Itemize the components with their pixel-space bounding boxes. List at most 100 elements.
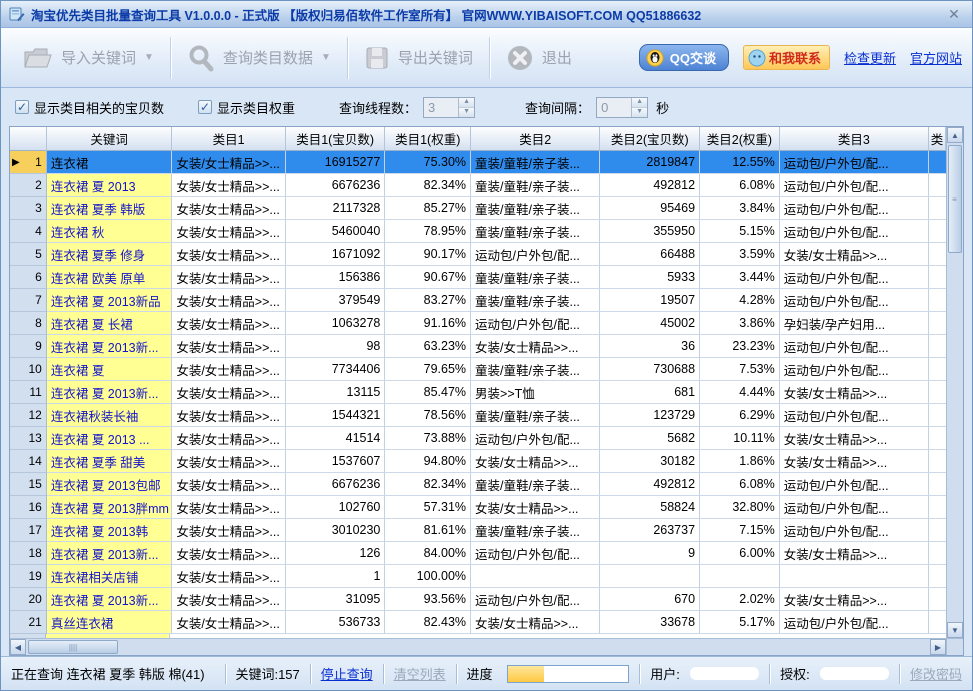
row-header[interactable]: 8	[10, 312, 47, 335]
cell-count1[interactable]: 7734406	[286, 358, 386, 381]
cell-cat3[interactable]: 运动包/户外包/配...	[780, 289, 929, 312]
cell-weight2[interactable]: 6.08%	[700, 174, 780, 197]
cell-keyword[interactable]: 连衣裙 夏 2013韩	[47, 519, 172, 542]
table-row[interactable]: 15连衣裙 夏 2013包邮女装/女士精品>>...667623682.34%童…	[10, 473, 946, 496]
cell-cat1[interactable]: 女装/女士精品>>...	[172, 519, 286, 542]
cell-cat2[interactable]: 运动包/户外包/配...	[471, 243, 600, 266]
cell-cat3[interactable]: 运动包/户外包/配...	[780, 404, 929, 427]
cell-partial[interactable]	[929, 427, 946, 450]
cell-count1[interactable]: 379549	[286, 289, 386, 312]
cell-keyword[interactable]: 连衣裙 夏季 韩版	[47, 197, 172, 220]
cell-cat1[interactable]: 女装/女士精品>>...	[172, 496, 286, 519]
cell-cat1[interactable]: 女装/女士精品>>...	[172, 404, 286, 427]
cell-weight1[interactable]: 75.30%	[385, 151, 471, 174]
cell-weight2[interactable]: 2.02%	[700, 588, 780, 611]
cell-keyword[interactable]: 连衣裙 夏季 修身	[47, 243, 172, 266]
cell-weight2[interactable]: 4.28%	[700, 289, 780, 312]
cell-cat3[interactable]: 运动包/户外包/配...	[780, 220, 929, 243]
cell-weight2[interactable]: 7.15%	[700, 519, 780, 542]
change-password-link[interactable]: 修改密码	[910, 664, 962, 683]
cell-weight1[interactable]: 82.34%	[385, 174, 471, 197]
cell-count2[interactable]: 95469	[600, 197, 700, 220]
table-row[interactable]: ▶1连衣裙女装/女士精品>>...1691527775.30%童装/童鞋/亲子装…	[10, 151, 946, 174]
cell-count2[interactable]: 19507	[600, 289, 700, 312]
cell-cat3[interactable]: 运动包/户外包/配...	[780, 151, 929, 174]
cell-weight2[interactable]: 32.80%	[700, 496, 780, 519]
stepper-down-icon[interactable]: ▼	[459, 107, 474, 117]
column-header-4[interactable]: 类目1(权重)	[385, 127, 471, 151]
cell-cat3[interactable]: 女装/女士精品>>...	[780, 542, 929, 565]
cell-cat2[interactable]	[471, 565, 600, 588]
cell-cat3[interactable]: 女装/女士精品>>...	[780, 450, 929, 473]
stepper-arrows[interactable]: ▲▼	[631, 98, 647, 117]
cell-partial[interactable]	[929, 220, 946, 243]
query-category-button[interactable]: 查询类目数据 ▼	[175, 36, 343, 80]
cell-cat3[interactable]: 女装/女士精品>>...	[780, 243, 929, 266]
row-header[interactable]: 12	[10, 404, 47, 427]
table-row[interactable]: 5连衣裙 夏季 修身女装/女士精品>>...167109290.17%运动包/户…	[10, 243, 946, 266]
cell-cat1[interactable]: 女装/女士精品>>...	[172, 266, 286, 289]
table-row[interactable]: 12连衣裙秋装长袖女装/女士精品>>...154432178.56%童装/童鞋/…	[10, 404, 946, 427]
cell-cat2[interactable]: 童装/童鞋/亲子装...	[471, 358, 600, 381]
cell-cat3[interactable]: 运动包/户外包/配...	[780, 519, 929, 542]
column-header-2[interactable]: 类目1	[172, 127, 286, 151]
cell-count1[interactable]: 126	[286, 542, 386, 565]
show-babycount-checkbox[interactable]: ✓ 显示类目相关的宝贝数	[15, 98, 164, 117]
cell-partial[interactable]	[929, 496, 946, 519]
row-header[interactable]: 14	[10, 450, 47, 473]
cell-keyword[interactable]: 连衣裙 夏 长裙	[47, 312, 172, 335]
cell-weight1[interactable]: 82.34%	[385, 473, 471, 496]
cell-keyword[interactable]: 连衣裙 秋	[47, 220, 172, 243]
cell-cat3[interactable]: 女装/女士精品>>...	[780, 588, 929, 611]
cell-weight2[interactable]: 6.29%	[700, 404, 780, 427]
cell-weight2[interactable]: 6.00%	[700, 542, 780, 565]
cell-cat1[interactable]: 女装/女士精品>>...	[172, 151, 286, 174]
cell-weight2[interactable]: 3.59%	[700, 243, 780, 266]
cell-cat2[interactable]: 女装/女士精品>>...	[471, 335, 600, 358]
cell-cat1[interactable]: 女装/女士精品>>...	[172, 427, 286, 450]
cell-cat1[interactable]: 女装/女士精品>>...	[172, 335, 286, 358]
cell-count1[interactable]: 6676236	[286, 473, 386, 496]
stepper-down-icon[interactable]: ▼	[632, 107, 647, 117]
column-header-9[interactable]: 类	[929, 127, 946, 151]
column-header-1[interactable]: 关键词	[47, 127, 172, 151]
row-header[interactable]: 5	[10, 243, 47, 266]
cell-count1[interactable]: 98	[286, 335, 386, 358]
cell-partial[interactable]	[929, 611, 946, 634]
cell-keyword[interactable]: 连衣裙 夏 2013新...	[47, 542, 172, 565]
row-header[interactable]: 4	[10, 220, 47, 243]
cell-count1[interactable]: 3010230	[286, 519, 386, 542]
cell-keyword[interactable]: 真丝连衣裙	[47, 611, 172, 634]
contact-me-button[interactable]: 和我联系	[743, 45, 830, 70]
cell-count2[interactable]: 9	[600, 542, 700, 565]
row-header[interactable]: ▶1	[10, 151, 47, 174]
cell-cat2[interactable]: 童装/童鞋/亲子装...	[471, 519, 600, 542]
cell-cat3[interactable]: 女装/女士精品>>...	[780, 381, 929, 404]
cell-weight2[interactable]: 23.23%	[700, 335, 780, 358]
column-header-6[interactable]: 类目2(宝贝数)	[600, 127, 700, 151]
cell-cat3[interactable]: 运动包/户外包/配...	[780, 611, 929, 634]
cell-cat1[interactable]: 女装/女士精品>>...	[172, 542, 286, 565]
cell-weight1[interactable]: 94.80%	[385, 450, 471, 473]
cell-weight2[interactable]: 10.11%	[700, 427, 780, 450]
cell-count2[interactable]: 670	[600, 588, 700, 611]
cell-partial[interactable]	[929, 358, 946, 381]
stepper-arrows[interactable]: ▲▼	[458, 98, 474, 117]
stepper-up-icon[interactable]: ▲	[632, 98, 647, 107]
cell-count1[interactable]: 1063278	[286, 312, 386, 335]
cell-partial[interactable]	[929, 289, 946, 312]
table-row[interactable]: 19连衣裙相关店铺女装/女士精品>>...1100.00%	[10, 565, 946, 588]
cell-weight1[interactable]: 90.67%	[385, 266, 471, 289]
cell-cat1[interactable]: 女装/女士精品>>...	[172, 174, 286, 197]
cell-cat2[interactable]: 运动包/户外包/配...	[471, 542, 600, 565]
table-row[interactable]: 18连衣裙 夏 2013新...女装/女士精品>>...12684.00%运动包…	[10, 542, 946, 565]
cell-partial[interactable]	[929, 519, 946, 542]
cell-cat1[interactable]: 女装/女士精品>>...	[172, 588, 286, 611]
cell-cat2[interactable]: 童装/童鞋/亲子装...	[471, 197, 600, 220]
cell-cat2[interactable]: 运动包/户外包/配...	[471, 588, 600, 611]
cell-weight1[interactable]: 82.43%	[385, 611, 471, 634]
cell-count2[interactable]: 45002	[600, 312, 700, 335]
cell-weight1[interactable]: 78.95%	[385, 220, 471, 243]
horizontal-scrollbar[interactable]: ◀ |||| ▶	[10, 638, 946, 655]
cell-count1[interactable]: 5460040	[286, 220, 386, 243]
